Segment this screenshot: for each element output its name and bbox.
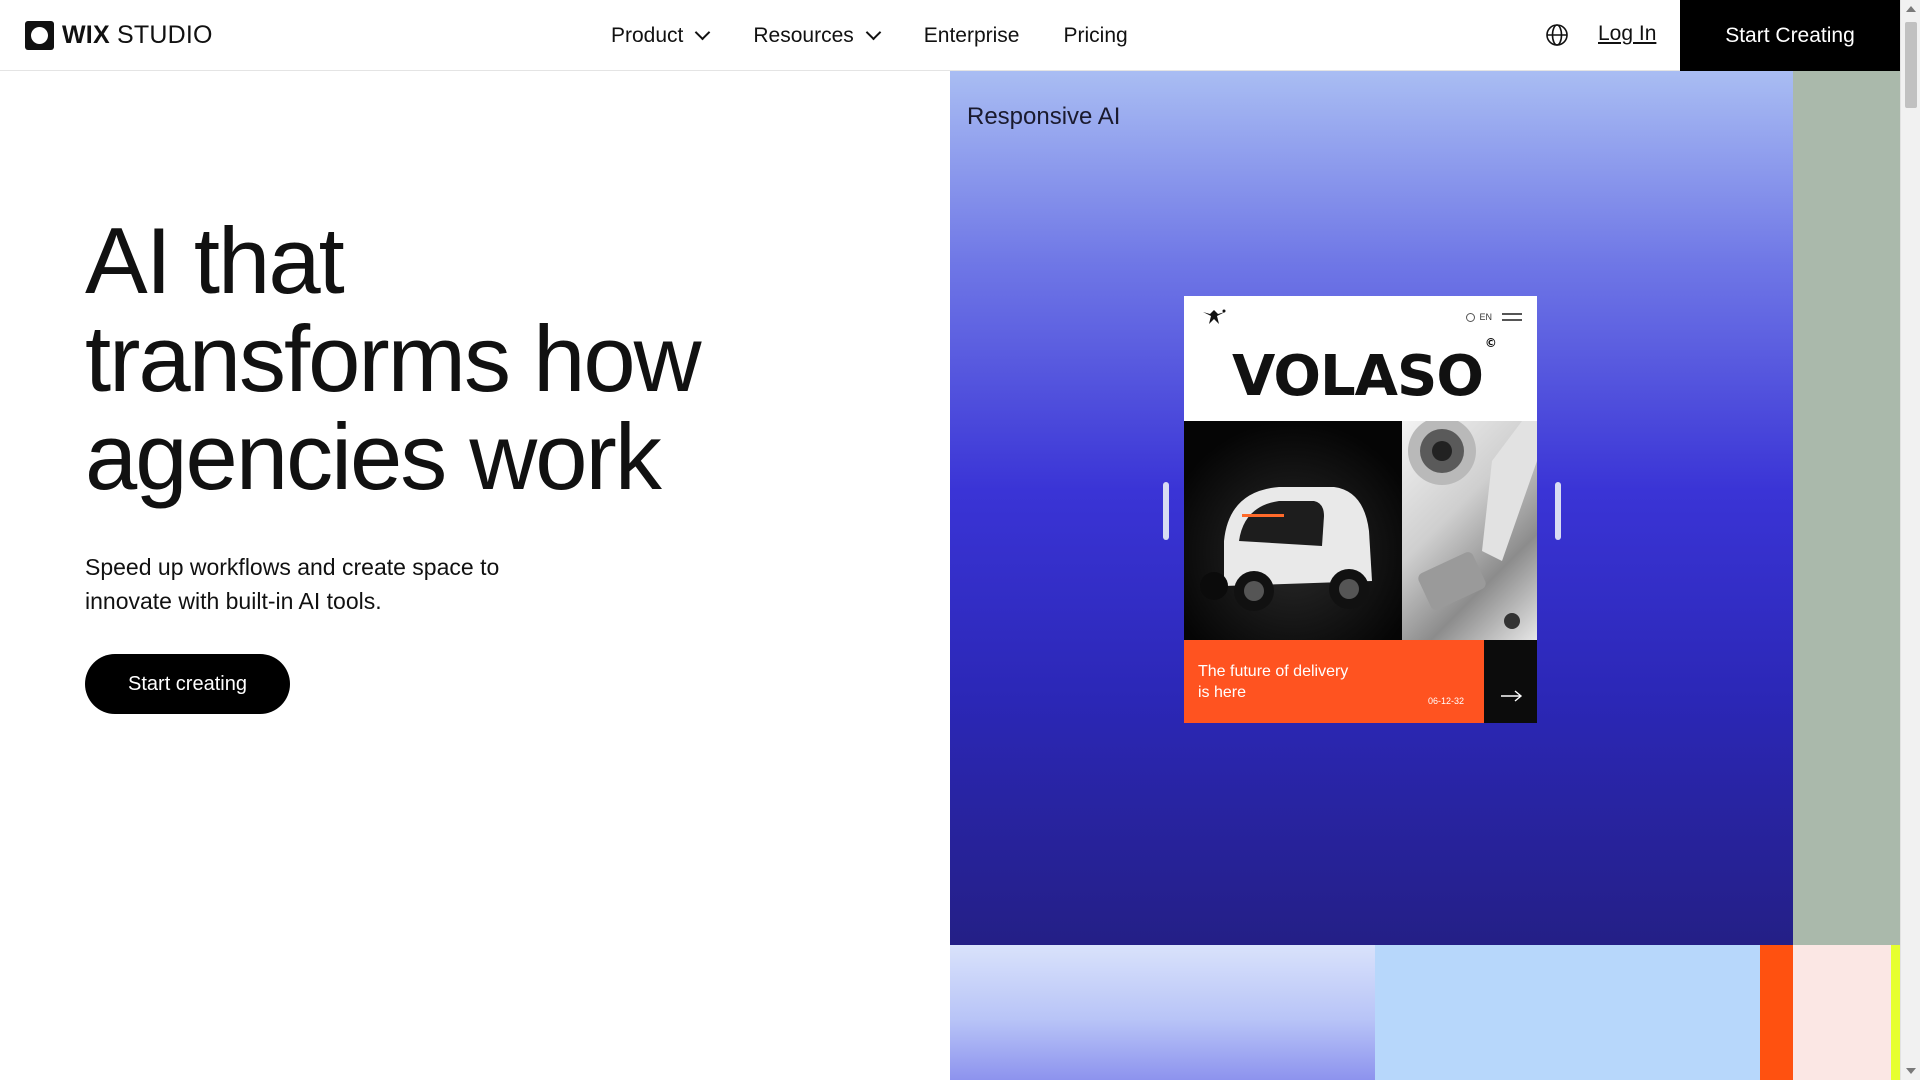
scroll-up-arrow-icon[interactable] [1906, 6, 1916, 12]
robot-arm-image [1402, 421, 1537, 640]
volaso-site-preview: EN VOLASO© The future of delivery is her… [1184, 296, 1537, 723]
resize-handle-right[interactable] [1555, 482, 1561, 540]
hero-title: AI that transforms how agencies work [85, 208, 702, 509]
chevron-down-icon [866, 26, 880, 40]
gallery-tile [950, 945, 1375, 1080]
preview-brand-name: VOLASO© [1232, 336, 1497, 409]
hero-subtitle: Speed up workflows and create space to i… [85, 554, 500, 614]
preview-banner: The future of delivery is here 06-12-32 [1184, 640, 1484, 723]
preview-toolbar: EN [1466, 312, 1522, 322]
globe-icon[interactable] [1545, 23, 1569, 47]
preview-header: EN VOLASO© [1184, 296, 1537, 421]
arrow-right-icon [1501, 690, 1523, 702]
delivery-vehicle-image [1184, 421, 1402, 640]
login-link[interactable]: Log In [1598, 22, 1656, 46]
logo-wordmark: WIX STUDIO [62, 20, 213, 49]
hamburger-menu-icon [1502, 313, 1522, 321]
preview-arrow-button [1484, 640, 1537, 723]
gallery-tile [1891, 945, 1900, 1080]
start-creating-header-button[interactable]: Start Creating [1680, 0, 1900, 71]
language-selector: EN [1479, 312, 1492, 322]
next-slide-preview [1793, 71, 1900, 945]
user-icon [1466, 312, 1476, 322]
page-scrollbar[interactable] [1900, 0, 1920, 1080]
main-nav: Product Resources Enterprise Pricing [611, 0, 1172, 71]
volaso-logo-icon [1201, 308, 1227, 339]
nav-item-product[interactable]: Product [611, 24, 709, 48]
preview-date: 06-12-32 [1427, 696, 1464, 706]
chevron-down-icon [695, 26, 709, 40]
gallery-tile [1375, 945, 1760, 1080]
resize-handle-left[interactable] [1163, 482, 1169, 540]
gallery-tile [1760, 945, 1793, 1080]
start-creating-button[interactable]: Start creating [85, 654, 290, 714]
nav-item-enterprise[interactable]: Enterprise [924, 24, 1020, 48]
wix-logo-mark-icon [25, 20, 54, 50]
site-header: WIX STUDIO Product Resources Enterprise … [0, 0, 1900, 71]
nav-item-pricing[interactable]: Pricing [1063, 24, 1127, 48]
gallery-tile [1793, 945, 1891, 1080]
scrollbar-thumb[interactable] [1905, 22, 1917, 108]
wix-studio-logo[interactable]: WIX STUDIO [25, 20, 213, 50]
responsive-ai-showcase: Responsive AI EN VOLASO© The future of d… [950, 71, 1793, 945]
nav-item-resources[interactable]: Resources [753, 24, 879, 48]
scroll-down-arrow-icon[interactable] [1906, 1068, 1916, 1074]
showcase-label: Responsive AI [967, 103, 1121, 130]
